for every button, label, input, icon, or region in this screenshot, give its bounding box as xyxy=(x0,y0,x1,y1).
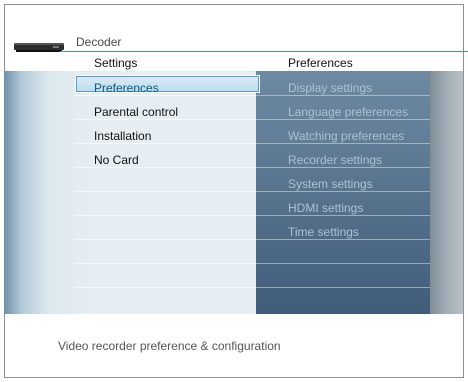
submenu-item-system-settings[interactable]: System settings xyxy=(288,176,373,192)
menu-item-preferences[interactable]: Preferences xyxy=(94,80,159,96)
submenu-item-hdmi-settings[interactable]: HDMI settings xyxy=(288,200,363,216)
menu-item-no-card[interactable]: No Card xyxy=(94,152,139,168)
side-scroll-panel xyxy=(430,71,463,314)
submenu-item-display-settings[interactable]: Display settings xyxy=(288,80,372,96)
row-divider xyxy=(74,239,256,240)
submenu-item-watching-preferences[interactable]: Watching preferences xyxy=(288,128,404,144)
left-column-header: Settings xyxy=(94,56,138,70)
submenu-item-language-preferences[interactable]: Language preferences xyxy=(288,104,408,120)
row-divider xyxy=(74,191,256,192)
page-title: Decoder xyxy=(76,35,122,49)
menu-item-installation[interactable]: Installation xyxy=(94,128,151,144)
row-divider xyxy=(256,263,430,264)
submenu-item-time-settings[interactable]: Time settings xyxy=(288,224,359,240)
right-column-header: Preferences xyxy=(288,56,353,70)
submenu-item-recorder-settings[interactable]: Recorder settings xyxy=(288,152,382,168)
row-divider xyxy=(74,287,256,288)
header-divider xyxy=(60,51,468,52)
row-divider xyxy=(256,287,430,288)
help-description: Video recorder preference & configuratio… xyxy=(58,339,281,353)
row-divider xyxy=(74,215,256,216)
menu-item-parental-control[interactable]: Parental control xyxy=(94,104,178,120)
row-divider xyxy=(74,263,256,264)
